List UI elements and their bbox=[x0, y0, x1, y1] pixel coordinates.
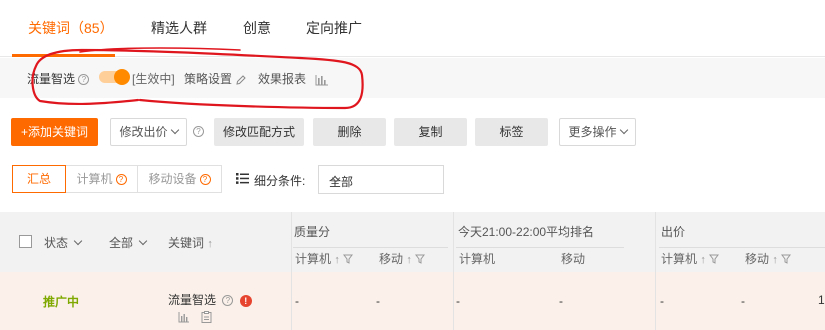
chevron-down-icon bbox=[74, 236, 83, 246]
smart-traffic-text: 流量智选 bbox=[27, 72, 76, 86]
avg-rank-header: 今天21:00-22:00平均排名 bbox=[458, 225, 595, 239]
segment-summary[interactable]: 汇总 bbox=[12, 165, 66, 193]
add-keyword-button[interactable]: +添加关键词 bbox=[11, 118, 98, 146]
bid-computer-label: 计算机 bbox=[661, 252, 698, 266]
more-actions-dropdown[interactable]: 更多操作 bbox=[559, 118, 636, 146]
help-icon[interactable]: ? bbox=[193, 126, 204, 137]
pencil-icon bbox=[236, 75, 247, 85]
all-filter-label: 全部 bbox=[109, 236, 134, 250]
chevron-down-icon bbox=[619, 125, 628, 135]
bid-header: 出价 bbox=[661, 225, 686, 239]
row-status: 推广中 bbox=[43, 295, 80, 309]
sort-arrow-icon: ↑ bbox=[334, 254, 340, 266]
sort-arrow-icon: ↑ bbox=[772, 254, 778, 266]
column-divider bbox=[291, 212, 292, 330]
row-keyword: 流量智选 ? ! bbox=[168, 291, 252, 308]
help-icon[interactable]: ? bbox=[115, 174, 127, 186]
smart-traffic-toggle[interactable] bbox=[99, 69, 130, 85]
tag-button[interactable]: 标签 bbox=[475, 118, 548, 146]
column-divider bbox=[453, 212, 454, 330]
rank-mobile-header: 移动 bbox=[561, 252, 586, 266]
cell-rank-mobile: - bbox=[559, 294, 563, 308]
more-actions-label: 更多操作 bbox=[568, 125, 617, 139]
toggle-knob bbox=[114, 69, 130, 85]
cell-quality-computer: - bbox=[295, 294, 299, 308]
tab-active-indicator bbox=[12, 54, 115, 57]
smart-traffic-label: 流量智选 ? bbox=[27, 70, 90, 87]
select-all-checkbox[interactable] bbox=[19, 235, 32, 248]
sort-arrow-icon: ↑ bbox=[406, 254, 412, 266]
cell-bid-computer: - bbox=[660, 294, 664, 308]
cell-rank-computer: - bbox=[456, 294, 460, 308]
copy-button[interactable]: 复制 bbox=[394, 118, 467, 146]
bid-mobile-header[interactable]: 移动 ↑ bbox=[745, 250, 792, 267]
cell-quality-mobile: - bbox=[376, 294, 380, 308]
delete-button[interactable]: 删除 bbox=[313, 118, 386, 146]
tab-creative[interactable]: 创意 bbox=[243, 18, 271, 38]
modify-bid-label: 修改出价 bbox=[119, 125, 168, 139]
filter-icon bbox=[415, 254, 426, 264]
bid-mobile-label: 移动 bbox=[745, 252, 770, 266]
quality-computer-label: 计算机 bbox=[295, 252, 332, 266]
filter-icon bbox=[709, 254, 720, 264]
strategy-settings-label: 策略设置 bbox=[184, 72, 233, 86]
strategy-settings-link[interactable]: 策略设置 bbox=[184, 70, 247, 87]
tab-targeting[interactable]: 定向推广 bbox=[306, 18, 362, 38]
effect-report-link[interactable]: 效果报表 bbox=[258, 70, 329, 87]
tab-keywords[interactable]: 关键词（85） bbox=[28, 18, 114, 38]
status-header-label: 状态 bbox=[44, 236, 69, 250]
smart-status: [生效中] bbox=[132, 72, 175, 86]
tab-bar: 关键词（85） 精选人群 创意 定向推广 bbox=[0, 0, 825, 57]
filter-icon bbox=[343, 254, 354, 264]
keyword-column-header[interactable]: 关键词 ↑ bbox=[168, 234, 213, 251]
help-icon[interactable]: ? bbox=[78, 74, 90, 86]
segment-mobile-label: 移动设备 bbox=[148, 172, 197, 186]
bar-chart-icon bbox=[315, 74, 329, 86]
bid-computer-header[interactable]: 计算机 ↑ bbox=[661, 250, 720, 267]
tab-audience[interactable]: 精选人群 bbox=[151, 18, 207, 38]
row-keyword-label: 流量智选 bbox=[168, 293, 217, 307]
rank-computer-header: 计算机 bbox=[459, 252, 496, 266]
sort-arrow-icon: ↑ bbox=[700, 254, 706, 266]
keyword-header-label: 关键词 bbox=[168, 236, 205, 250]
document-icon[interactable] bbox=[201, 311, 212, 323]
column-divider bbox=[655, 212, 656, 330]
effect-report-label: 效果报表 bbox=[258, 72, 307, 86]
segment-computer-label: 计算机 bbox=[76, 172, 113, 186]
modify-match-button[interactable]: 修改匹配方式 bbox=[214, 118, 304, 146]
help-icon[interactable]: ? bbox=[222, 295, 234, 307]
cell-bid-mobile: - bbox=[741, 294, 745, 308]
list-icon bbox=[236, 173, 249, 184]
all-filter-header[interactable]: 全部 bbox=[109, 234, 148, 251]
segment-computer[interactable]: 计算机? bbox=[65, 165, 138, 193]
table-row bbox=[0, 272, 825, 330]
detail-condition-select[interactable]: 全部 bbox=[318, 165, 444, 194]
status-column-header[interactable]: 状态 bbox=[44, 234, 83, 251]
alert-icon[interactable]: ! bbox=[239, 294, 252, 307]
detail-condition-label: 细分条件: bbox=[254, 174, 306, 188]
chevron-down-icon bbox=[139, 236, 148, 246]
chevron-down-icon bbox=[170, 125, 179, 135]
quality-mobile-header[interactable]: 移动 ↑ bbox=[379, 250, 426, 267]
modify-bid-dropdown[interactable]: 修改出价 bbox=[110, 118, 187, 146]
help-icon[interactable]: ? bbox=[199, 174, 211, 186]
quality-mobile-label: 移动 bbox=[379, 252, 404, 266]
quality-score-header: 质量分 bbox=[294, 225, 331, 239]
quality-computer-header[interactable]: 计算机 ↑ bbox=[295, 250, 354, 267]
sort-arrow-icon: ↑ bbox=[207, 238, 213, 250]
cell-trailing-value: 1 bbox=[818, 293, 825, 307]
filter-icon bbox=[781, 254, 792, 264]
segment-mobile[interactable]: 移动设备? bbox=[137, 165, 222, 193]
bar-chart-icon[interactable] bbox=[178, 312, 190, 323]
